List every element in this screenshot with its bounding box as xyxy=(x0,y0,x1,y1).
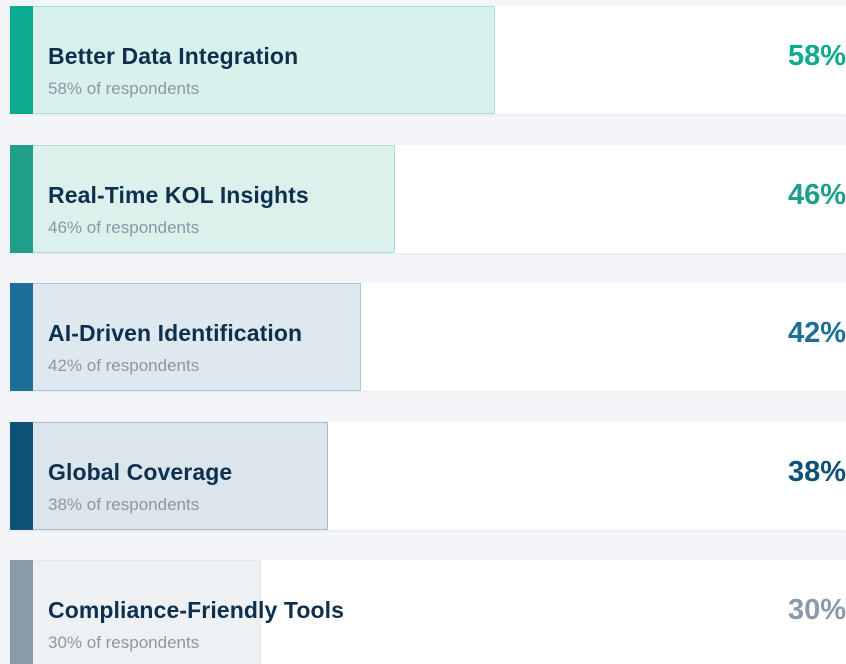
bar-value-label: 46% xyxy=(787,179,846,211)
bar-sublabel: 38% of respondents xyxy=(48,495,200,514)
bar-sublabel: 42% of respondents xyxy=(48,356,200,375)
bar-accent xyxy=(10,283,33,391)
bar-label: Better Data Integration xyxy=(48,43,299,69)
chart-root: Better Data Integration 58% of respondent… xyxy=(0,0,846,664)
bar-value-label: 42% xyxy=(787,317,846,349)
bar-sublabel: 58% of respondents xyxy=(48,79,200,98)
bar-label: Global Coverage xyxy=(48,459,233,485)
bar-value-label: 58% xyxy=(787,40,846,72)
bar-accent xyxy=(10,6,33,114)
bar-accent xyxy=(10,145,33,253)
bar-row: Global Coverage 38% of respondents 38% xyxy=(10,422,846,530)
bar-label: Compliance-Friendly Tools xyxy=(48,597,344,623)
bar-label: Real-Time KOL Insights xyxy=(48,182,309,208)
bar-value-label: 38% xyxy=(787,456,846,488)
bar-row: Compliance-Friendly Tools 30% of responde… xyxy=(10,560,846,664)
bar-label: AI-Driven Identification xyxy=(48,320,303,346)
bar-row: AI-Driven Identification 42% of responden… xyxy=(10,283,846,391)
bar-accent xyxy=(10,560,33,664)
bar-row: Better Data Integration 58% of respondent… xyxy=(10,6,846,114)
bar-row: Real-Time KOL Insights 46% of respondents… xyxy=(10,145,846,253)
bar-value-label: 30% xyxy=(787,594,846,626)
bar-accent xyxy=(10,422,33,530)
bar-sublabel: 30% of respondents xyxy=(48,633,200,652)
bar-sublabel: 46% of respondents xyxy=(48,218,200,237)
